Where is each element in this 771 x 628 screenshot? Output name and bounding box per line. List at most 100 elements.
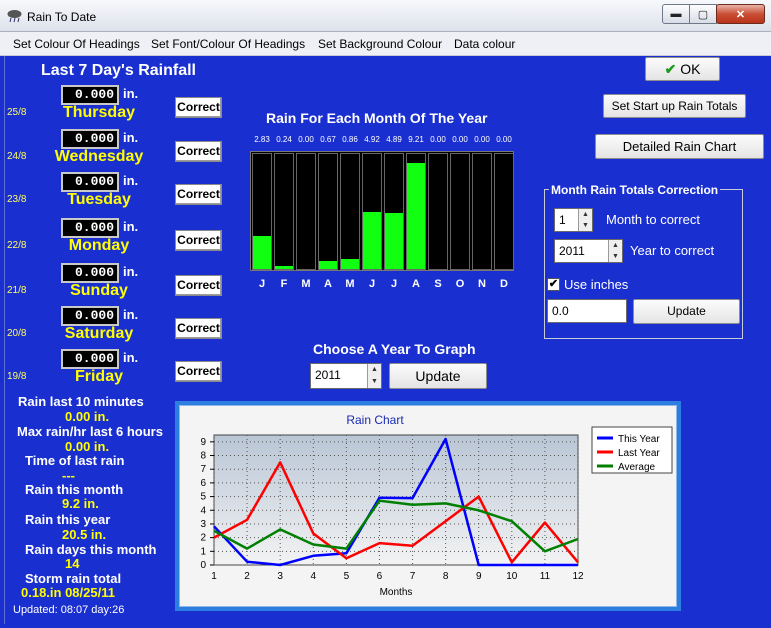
day-unit: in. (123, 350, 139, 365)
day-date: 20/8 (7, 328, 27, 339)
menu-bar: Set Colour Of Headings Set Font/Colour O… (0, 32, 771, 56)
month-value-label: 0.00 (474, 135, 490, 144)
minimize-button[interactable]: ▬ (662, 4, 690, 24)
day-rain-value: 0.000 (61, 218, 119, 238)
correction-update-button[interactable]: Update (633, 299, 740, 324)
year-spinner-value: 2011 (559, 244, 585, 258)
day-unit: in. (123, 86, 139, 101)
chart-title: Rain Chart (346, 413, 404, 427)
day-unit: in. (123, 173, 139, 188)
day-name: Sunday (70, 282, 128, 299)
month-bar-slot (494, 153, 514, 270)
month-bar (407, 163, 425, 269)
month-value-label: 0.00 (298, 135, 314, 144)
x-tick-label: 1 (211, 571, 217, 582)
rain-amount-input[interactable]: 0.0 (547, 299, 627, 323)
day-unit: in. (123, 219, 139, 234)
day-rain-value: 0.000 (61, 172, 119, 192)
month-bar (319, 261, 337, 269)
month-axis-label: A (324, 278, 332, 290)
rain-cloud-icon (7, 10, 22, 23)
spinner-arrows[interactable]: ▲ ▼ (608, 240, 622, 262)
month-value-label: 4.92 (364, 135, 380, 144)
month-bar-slot (340, 153, 360, 270)
month-value-label: 0.00 (430, 135, 446, 144)
correct-button[interactable]: Correct (175, 184, 222, 205)
stat-value: --- (62, 468, 75, 483)
legend-label: This Year (618, 434, 660, 445)
maximize-button[interactable]: ▢ (689, 4, 717, 24)
day-unit: in. (123, 130, 139, 145)
correct-button[interactable]: Correct (175, 275, 222, 296)
close-button[interactable]: ✕ (716, 4, 765, 24)
legend-label: Average (618, 462, 656, 473)
day-name: Tuesday (67, 191, 131, 208)
month-value-label: 9.21 (408, 135, 424, 144)
day-date: 21/8 (7, 285, 27, 296)
x-tick-label: 10 (506, 571, 518, 582)
menu-set-font-colour-headings[interactable]: Set Font/Colour Of Headings (151, 37, 305, 51)
month-bar-slot (362, 153, 382, 270)
month-value-label: 0.67 (320, 135, 336, 144)
y-tick-label: 8 (200, 451, 206, 462)
x-tick-label: 7 (410, 571, 416, 582)
month-bar-slot (274, 153, 294, 270)
monthly-bar-chart (250, 151, 514, 271)
year-spinner[interactable]: 2011 ▲ ▼ (554, 239, 623, 263)
month-bar (253, 236, 271, 269)
day-rain-value: 0.000 (61, 349, 119, 369)
day-rain-value: 0.000 (61, 306, 119, 326)
graph-year-spinner[interactable]: 2011 ▲ ▼ (310, 363, 382, 389)
rain-line-chart: Rain Chart01234567891 2 3 4 5 6 7 8 9 10 11 12Month… (200, 413, 673, 598)
menu-set-background-colour[interactable]: Set Background Colour (318, 37, 442, 51)
x-tick-label: 6 (377, 571, 383, 582)
month-axis-label: N (478, 278, 486, 290)
close-icon: ✕ (735, 8, 746, 21)
correct-button[interactable]: Correct (175, 361, 222, 382)
stat-value: 0.00 in. (65, 409, 110, 424)
day-name: Saturday (64, 325, 134, 342)
month-bar (363, 212, 381, 269)
month-value-label: 0.24 (276, 135, 292, 144)
month-spinner[interactable]: 1 ▲ ▼ (554, 208, 593, 232)
x-axis-label: Months (380, 587, 413, 598)
x-tick-label: 8 (443, 571, 449, 582)
stat-value: 0.18.in 08/25/11 (21, 585, 115, 600)
day-date: 22/8 (7, 240, 27, 251)
detailed-rain-chart-button[interactable]: Detailed Rain Chart (595, 134, 764, 159)
x-tick-label: 12 (572, 571, 584, 582)
stat-value: 9.2 in. (62, 496, 99, 511)
spin-down-icon: ▼ (371, 378, 378, 385)
correct-button[interactable]: Correct (175, 141, 222, 162)
y-tick-label: 0 (200, 560, 206, 571)
month-value-label: 2.83 (254, 135, 270, 144)
menu-set-colour-headings[interactable]: Set Colour Of Headings (13, 37, 140, 51)
updated-timestamp: Updated: 08:07 day:26 (13, 604, 125, 616)
spin-up-icon: ▲ (612, 242, 619, 249)
ok-button[interactable]: ✔ OK (645, 57, 720, 81)
x-tick-label: 3 (277, 571, 283, 582)
y-tick-label: 5 (200, 492, 206, 503)
set-startup-totals-button[interactable]: Set Start up Rain Totals (603, 94, 746, 118)
spinner-arrows[interactable]: ▲ ▼ (578, 209, 592, 231)
month-value-label: 0.86 (342, 135, 358, 144)
maximize-icon: ▢ (697, 8, 709, 21)
y-tick-label: 7 (200, 464, 206, 475)
x-tick-label: 5 (344, 571, 350, 582)
correct-button[interactable]: Correct (175, 318, 222, 339)
day-date: 19/8 (7, 371, 27, 382)
correct-button[interactable]: Correct (175, 230, 222, 251)
use-inches-checkbox[interactable]: ✔ (547, 278, 560, 291)
month-spinner-value: 1 (559, 213, 566, 227)
graph-update-button[interactable]: Update (389, 363, 487, 389)
title-bar[interactable]: Rain To Date ▬ ▢ ✕ (0, 0, 771, 32)
month-value-label: 0.00 (452, 135, 468, 144)
day-unit: in. (123, 307, 139, 322)
correct-button[interactable]: Correct (175, 97, 222, 118)
spin-down-icon: ▼ (582, 222, 589, 229)
stat-label: Rain last 10 minutes (18, 394, 144, 409)
spinner-arrows[interactable]: ▲ ▼ (367, 364, 381, 388)
menu-data-colour[interactable]: Data colour (454, 37, 515, 51)
month-bar-slot (296, 153, 316, 270)
month-bar (275, 266, 293, 269)
